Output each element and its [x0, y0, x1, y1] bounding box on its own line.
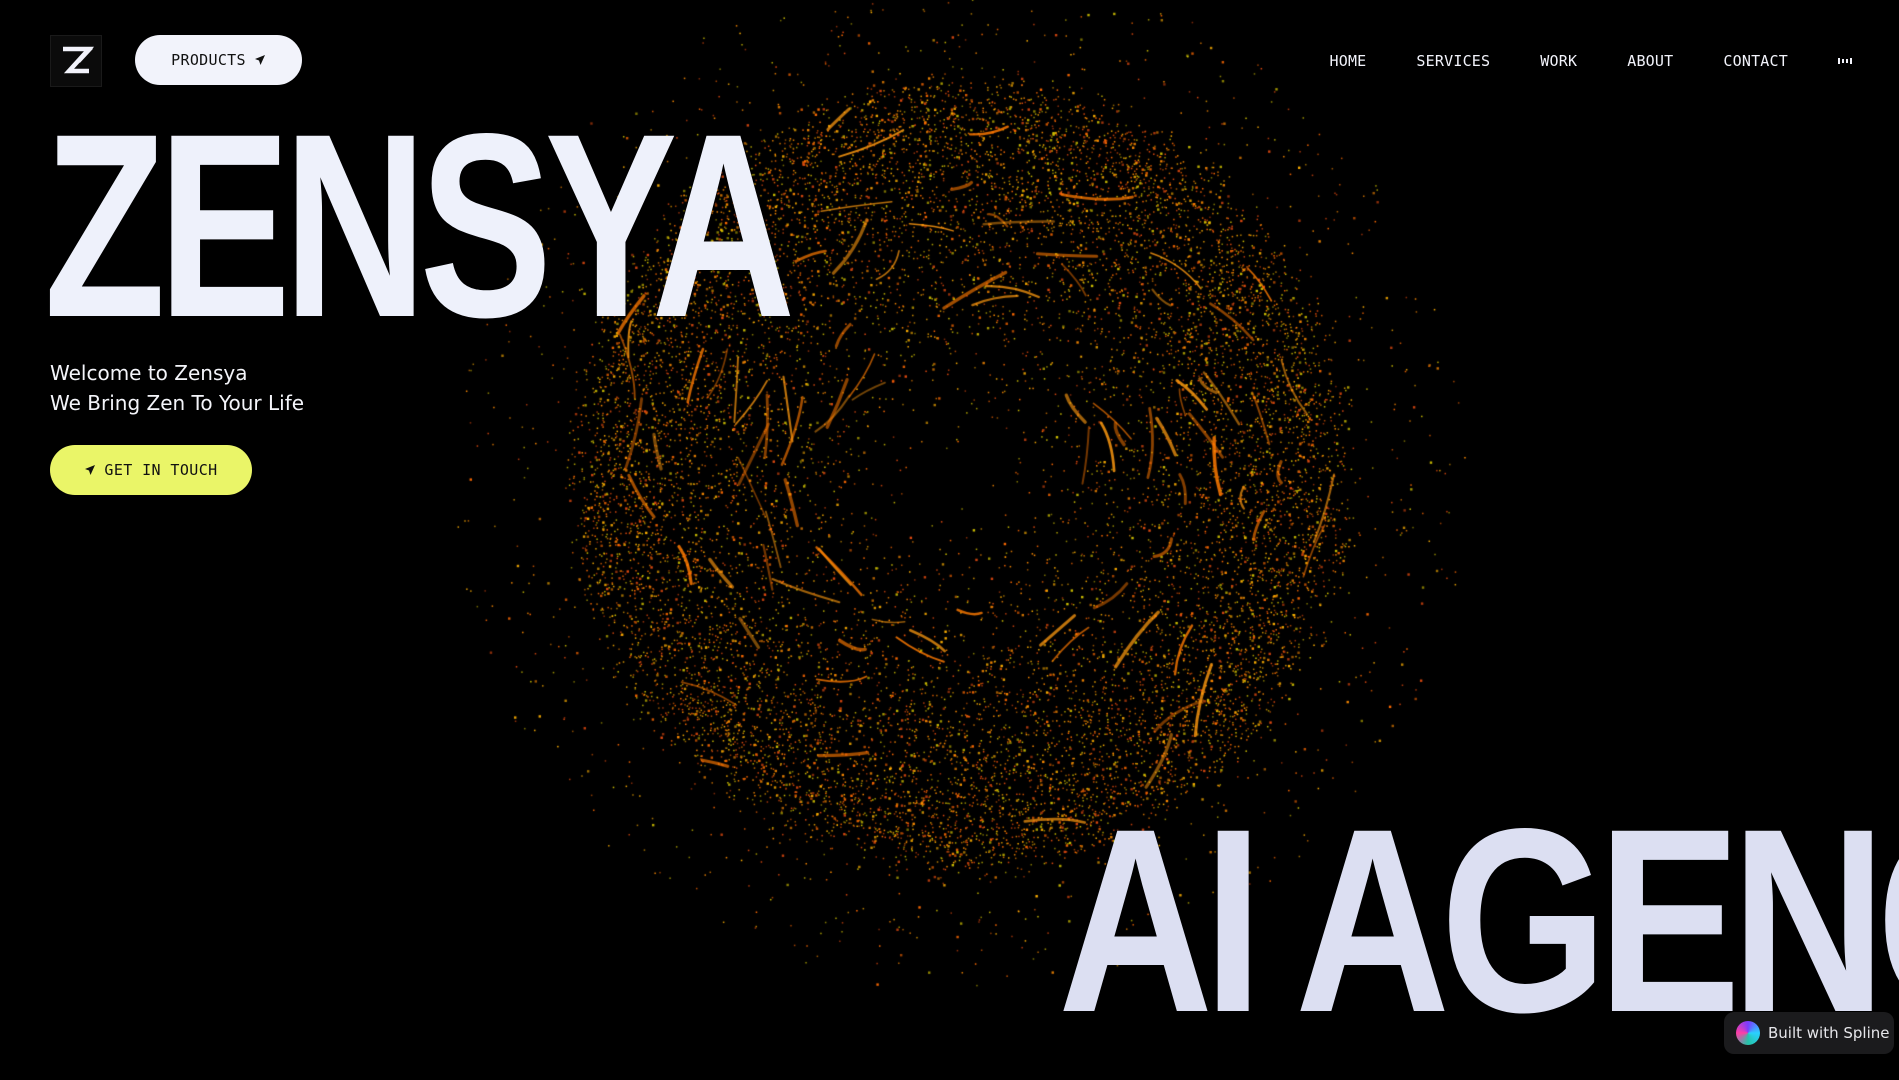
nav-contact[interactable]: CONTACT: [1723, 52, 1788, 70]
nav-work[interactable]: WORK: [1540, 52, 1577, 70]
tagline-line-1: Welcome to Zensya: [50, 361, 248, 385]
send-arrow-icon: [254, 55, 265, 65]
hero-tagline: Welcome to Zensya We Bring Zen To Your L…: [50, 358, 304, 418]
nav-home[interactable]: HOME: [1329, 52, 1366, 70]
built-with-spline-badge[interactable]: Built with Spline: [1724, 1012, 1894, 1054]
spline-logo-icon: [1736, 1021, 1760, 1045]
menu-icon[interactable]: [1838, 54, 1852, 68]
nav-services[interactable]: SERVICES: [1416, 52, 1490, 70]
products-label: PRODUCTS: [171, 51, 246, 69]
main-nav: HOME SERVICES WORK ABOUT CONTACT: [1329, 46, 1899, 76]
zensya-logo-icon: [63, 46, 94, 74]
hero-stage: PRODUCTS HOME SERVICES WORK ABOUT CONTAC…: [0, 0, 1899, 1080]
hero-title: ZENSYA: [44, 79, 795, 372]
send-arrow-icon: [85, 465, 96, 475]
get-in-touch-button[interactable]: GET IN TOUCH: [50, 445, 252, 495]
tagline-line-2: We Bring Zen To Your Life: [50, 391, 305, 415]
badge-label: Built with Spline: [1768, 1024, 1890, 1042]
nav-about[interactable]: ABOUT: [1627, 52, 1673, 70]
products-button[interactable]: PRODUCTS: [135, 35, 302, 85]
cta-label: GET IN TOUCH: [104, 461, 218, 479]
